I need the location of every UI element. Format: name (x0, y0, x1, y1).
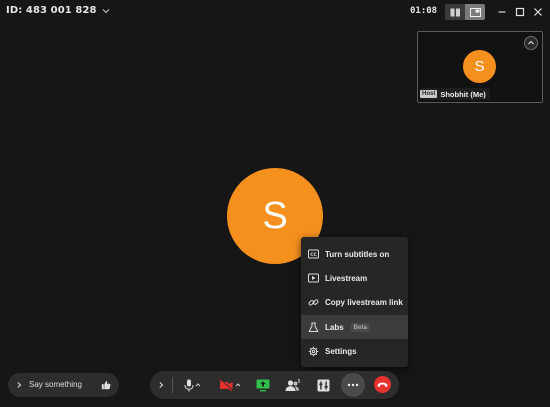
hang-up-icon (377, 382, 388, 387)
menu-item-labs[interactable]: Labs Beta (301, 315, 408, 339)
camera-off-icon (219, 379, 233, 391)
self-video-tile[interactable]: S Host Shobhit (Me) (417, 31, 543, 103)
thumbs-up-button[interactable] (100, 379, 112, 391)
menu-item-label: Settings (325, 346, 357, 356)
link-icon (308, 297, 319, 308)
close-icon (534, 8, 542, 16)
minimize-button[interactable] (494, 4, 510, 20)
call-timer: 01:08 (410, 6, 438, 16)
controls-divider (172, 377, 173, 393)
host-badge: Host (420, 90, 438, 98)
microphone-button[interactable] (180, 375, 204, 395)
chat-input[interactable]: Say something (29, 380, 82, 389)
maximize-icon (515, 7, 525, 17)
menu-item-settings[interactable]: Settings (301, 339, 408, 363)
chat-bar: Say something (8, 373, 119, 397)
maximize-button[interactable] (512, 4, 528, 20)
svg-text:CC: CC (310, 252, 317, 258)
call-controls: 1 (150, 371, 399, 399)
collapse-self-view-button[interactable] (524, 36, 538, 50)
menu-item-label: Turn subtitles on (325, 249, 390, 259)
menu-item-label: Livestream (325, 273, 368, 283)
more-icon (347, 383, 359, 387)
chevron-up-icon (195, 383, 200, 387)
participants-icon: 1 (285, 379, 301, 391)
screen-share-button[interactable] (254, 375, 272, 395)
breakout-rooms-button[interactable] (314, 375, 332, 395)
flask-icon (308, 322, 319, 333)
microphone-icon (184, 379, 193, 391)
menu-item-label: Labs (325, 322, 344, 332)
menu-item-livestream[interactable]: Livestream (301, 266, 408, 290)
menu-item-subtitles[interactable]: CC Turn subtitles on (301, 242, 408, 266)
top-bar: ID: 483 001 828 01:08 (0, 0, 550, 24)
self-avatar: S (463, 50, 496, 83)
chevron-up-icon (235, 383, 241, 387)
grid-layout-icon (450, 8, 460, 16)
cc-icon: CC (308, 249, 319, 260)
minimize-icon (498, 11, 506, 13)
self-name: Shobhit (Me) (440, 89, 486, 99)
expand-controls-button[interactable] (155, 375, 167, 395)
close-button[interactable] (530, 4, 546, 20)
meeting-id-label: ID: 483 001 828 (6, 5, 97, 16)
chevron-down-icon (102, 8, 110, 13)
chevron-right-icon (17, 382, 22, 388)
beta-badge: Beta (350, 322, 371, 332)
speaker-layout-button[interactable] (465, 4, 485, 20)
menu-item-label: Copy livestream link (325, 297, 403, 307)
meeting-id-dropdown[interactable]: ID: 483 001 828 (6, 5, 111, 16)
end-call-button[interactable] (374, 376, 391, 393)
grid-layout-button[interactable] (445, 4, 465, 20)
chevron-up-icon (528, 40, 534, 45)
more-options-menu: CC Turn subtitles on Livestream Copy liv… (301, 237, 408, 367)
participants-button[interactable]: 1 (283, 375, 303, 395)
chevron-right-icon (159, 382, 164, 388)
more-options-button[interactable] (341, 373, 365, 397)
screen-share-icon (256, 379, 270, 391)
layout-toggle[interactable] (445, 4, 485, 20)
thumbs-up-icon (101, 381, 111, 390)
breakout-rooms-icon (317, 379, 329, 391)
speaker-layout-icon (469, 7, 481, 17)
self-name-tag: Host Shobhit (Me) (420, 88, 490, 100)
menu-item-copy-livestream-link[interactable]: Copy livestream link (301, 290, 408, 314)
camera-button[interactable] (218, 375, 242, 395)
svg-text:1: 1 (297, 379, 300, 385)
play-icon (308, 273, 319, 284)
expand-chat-button[interactable] (13, 379, 25, 391)
gear-icon (308, 346, 319, 357)
